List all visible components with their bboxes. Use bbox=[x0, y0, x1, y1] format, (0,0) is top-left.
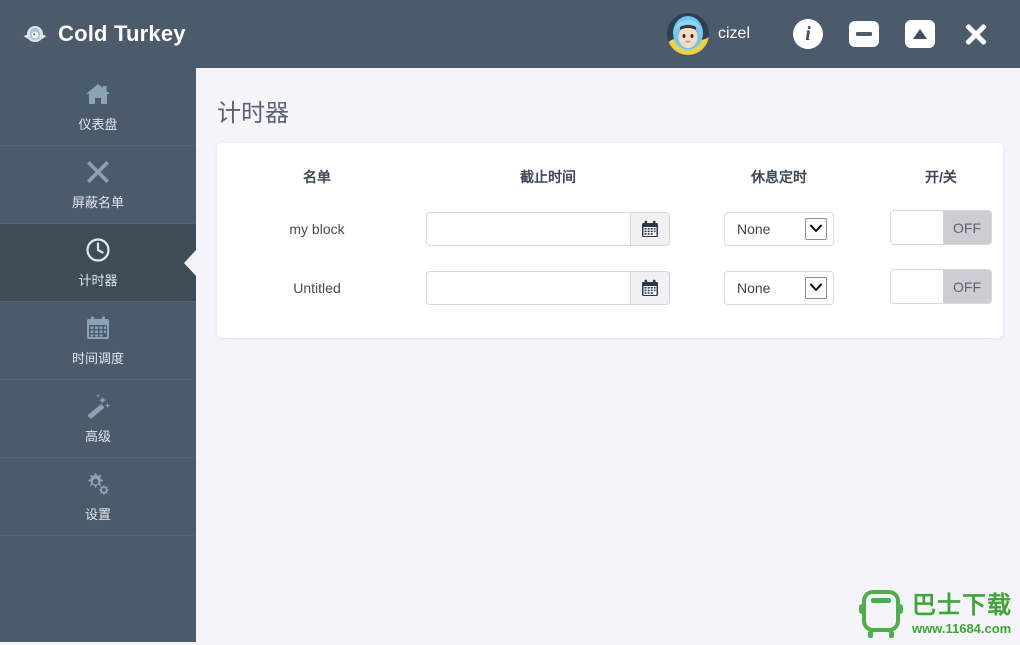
column-header-break: 休息定时 bbox=[751, 169, 807, 185]
due-time-input[interactable] bbox=[426, 211, 630, 246]
sidebar-item-label: 计时器 bbox=[78, 272, 118, 288]
gears-icon bbox=[85, 471, 111, 497]
due-time-cell bbox=[417, 199, 679, 258]
on-off-toggle[interactable]: OFF bbox=[890, 210, 992, 245]
info-icon: i bbox=[793, 19, 823, 49]
sidebar-item-timers[interactable]: 计时器 bbox=[0, 224, 197, 302]
column-header-due-time: 截止时间 bbox=[520, 169, 576, 185]
column-header-on-off: 开/关 bbox=[925, 169, 957, 185]
sidebar-item-schedule[interactable]: 时间调度 bbox=[0, 302, 196, 380]
chevron-down-icon bbox=[805, 276, 827, 299]
minimize-icon bbox=[849, 21, 879, 47]
timers-card: 名单 截止时间 休息定时 开/关 my block None OFF Untit… bbox=[217, 143, 1003, 338]
table-row: Untitled None OFF bbox=[217, 258, 1003, 317]
x-mark-icon bbox=[85, 159, 111, 185]
toggle-state-label: OFF bbox=[943, 270, 991, 303]
break-timer-select[interactable]: None bbox=[724, 270, 834, 305]
sidebar: 仪表盘 屏蔽名单 计时器 时间调度 高级 设置 bbox=[0, 68, 197, 642]
app-title: Cold Turkey bbox=[58, 21, 186, 46]
break-timer-value: None bbox=[737, 279, 771, 296]
minimize-button[interactable] bbox=[836, 0, 892, 68]
sidebar-item-label: 高级 bbox=[84, 428, 111, 444]
toggle-knob bbox=[891, 270, 943, 303]
app-brand: Cold Turkey bbox=[22, 21, 186, 47]
sidebar-item-dashboard[interactable]: 仪表盘 bbox=[0, 68, 196, 146]
calendar-icon bbox=[642, 279, 658, 296]
block-name: Untitled bbox=[293, 279, 341, 296]
calendar-picker-button[interactable] bbox=[630, 270, 670, 305]
maximize-button[interactable] bbox=[892, 0, 948, 68]
close-button[interactable] bbox=[948, 0, 1004, 68]
home-icon bbox=[85, 81, 111, 107]
watermark-text: 巴士下载 www.11684.com bbox=[912, 591, 1012, 636]
due-time-input-group bbox=[426, 270, 670, 305]
on-off-cell: OFF bbox=[879, 258, 1003, 317]
sidebar-item-advanced[interactable]: 高级 bbox=[0, 380, 196, 458]
on-off-toggle[interactable]: OFF bbox=[890, 269, 992, 304]
break-timer-value: None bbox=[737, 220, 771, 237]
on-off-cell: OFF bbox=[879, 199, 1003, 258]
close-icon bbox=[961, 19, 991, 49]
toggle-state-label: OFF bbox=[943, 211, 991, 244]
toggle-knob bbox=[891, 211, 943, 244]
clock-icon bbox=[85, 237, 111, 263]
sidebar-item-settings[interactable]: 设置 bbox=[0, 458, 196, 536]
sidebar-item-label: 仪表盘 bbox=[78, 116, 118, 132]
calendar-icon bbox=[642, 220, 658, 237]
main-content: 计时器 名单 截止时间 休息定时 开/关 my block None OFF U… bbox=[196, 68, 1020, 642]
table-header-row: 名单 截止时间 休息定时 开/关 bbox=[217, 143, 1003, 199]
window-controls: cizel i bbox=[666, 0, 1004, 68]
break-timer-cell: None bbox=[679, 258, 879, 317]
sidebar-item-label: 时间调度 bbox=[71, 350, 124, 366]
bus-logo-icon bbox=[858, 588, 906, 640]
block-name: my block bbox=[289, 220, 345, 237]
turkey-icon bbox=[22, 23, 48, 45]
sidebar-item-blocklist[interactable]: 屏蔽名单 bbox=[0, 146, 196, 224]
info-button[interactable]: i bbox=[780, 0, 836, 68]
sidebar-item-label: 设置 bbox=[84, 506, 111, 522]
column-header-name: 名单 bbox=[303, 169, 331, 185]
due-time-input-group bbox=[426, 211, 670, 246]
table-row: my block None OFF bbox=[217, 199, 1003, 258]
user-name: cizel bbox=[717, 25, 750, 42]
calendar-picker-button[interactable] bbox=[630, 211, 670, 246]
watermark-url: www.11684.com bbox=[912, 620, 1012, 636]
site-watermark: 巴士下载 www.11684.com bbox=[858, 588, 1012, 640]
calendar-icon bbox=[85, 315, 111, 341]
magic-wand-icon bbox=[85, 393, 111, 419]
maximize-icon bbox=[905, 20, 935, 48]
break-timer-select[interactable]: None bbox=[724, 211, 834, 246]
watermark-brand: 巴士下载 bbox=[912, 591, 1012, 619]
due-time-cell bbox=[417, 258, 679, 317]
break-timer-cell: None bbox=[679, 199, 879, 258]
user-avatar bbox=[666, 13, 709, 55]
timers-table: 名单 截止时间 休息定时 开/关 my block None OFF Untit… bbox=[217, 143, 1003, 317]
chevron-down-icon bbox=[805, 217, 827, 240]
user-account[interactable]: cizel bbox=[666, 13, 750, 55]
title-bar: Cold Turkey cizel i bbox=[0, 0, 1020, 68]
due-time-input[interactable] bbox=[426, 270, 630, 305]
page-title: 计时器 bbox=[217, 100, 289, 127]
sidebar-item-label: 屏蔽名单 bbox=[71, 194, 124, 210]
